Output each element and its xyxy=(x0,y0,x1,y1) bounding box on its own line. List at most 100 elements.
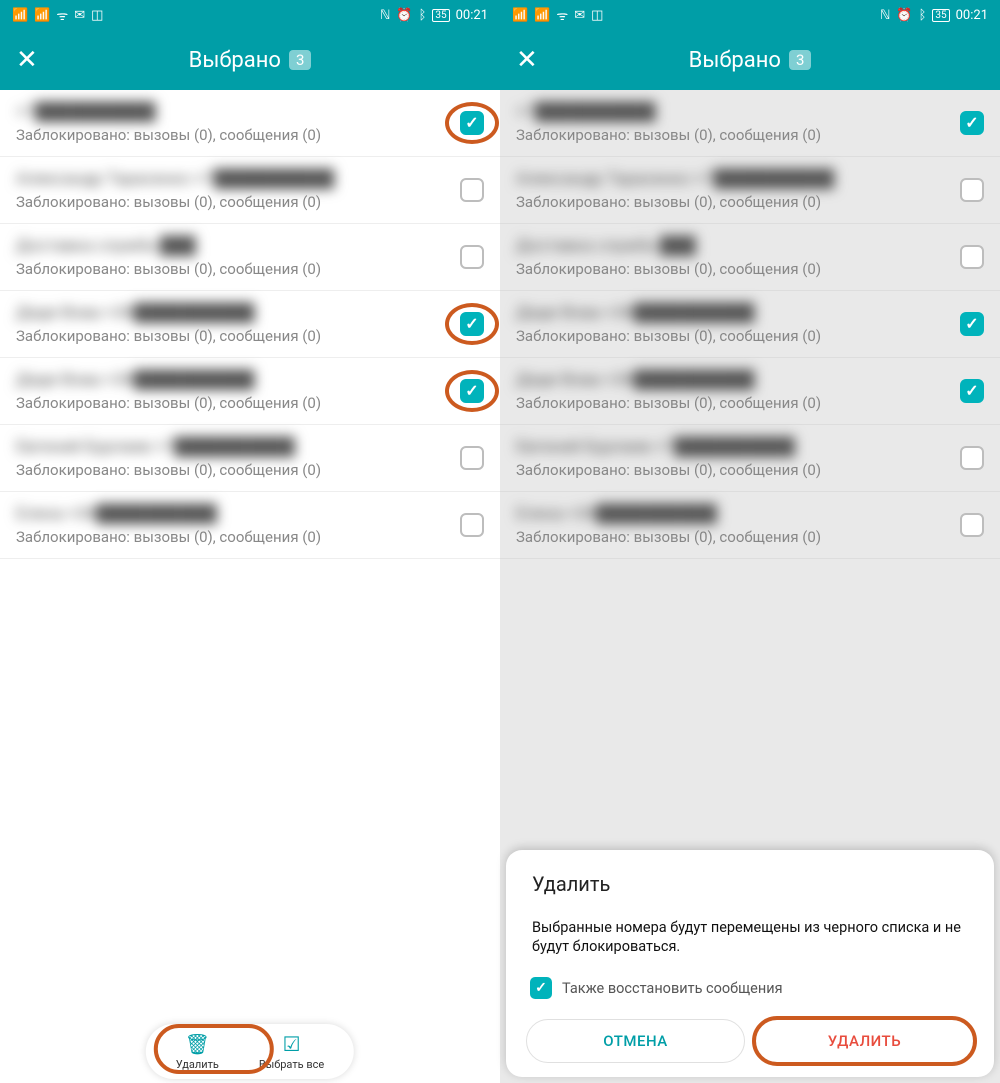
sim-icon: ◫ xyxy=(91,8,103,23)
status-time: 00:21 xyxy=(956,8,988,23)
trash-icon: 🗑 xyxy=(185,1032,210,1056)
status-bar: 📶 📶 ᯤ ✉ ◫ ℕ ⏰ ᛒ 35 00:21 xyxy=(0,0,500,30)
blocked-summary: Заблокировано: вызовы (0), сообщения (0) xyxy=(516,193,960,211)
select-checkbox[interactable]: ✓ xyxy=(960,312,984,336)
select-checkbox[interactable] xyxy=(460,245,484,269)
select-checkbox[interactable] xyxy=(960,178,984,202)
check-icon: ✓ xyxy=(465,316,478,332)
contact-name: Евгений Бурлаев +7██████████ xyxy=(16,437,460,457)
select-checkbox[interactable] xyxy=(460,178,484,202)
contact-name: Дядя Вова +38██████████ xyxy=(16,370,460,390)
status-time: 00:21 xyxy=(456,8,488,23)
app-header: ✕ Выбрано 3 xyxy=(500,30,1000,90)
select-checkbox[interactable] xyxy=(960,513,984,537)
restore-messages-checkbox[interactable]: ✓ xyxy=(530,977,552,999)
wifi-icon: ᯤ xyxy=(556,6,568,24)
select-checkbox[interactable] xyxy=(460,446,484,470)
list-item[interactable]: Евгений Бурлаев +7██████████Заблокирован… xyxy=(0,425,500,492)
check-icon: ✓ xyxy=(465,115,478,131)
select-checkbox[interactable] xyxy=(960,446,984,470)
status-bar: 📶 📶 ᯤ ✉ ◫ ℕ ⏰ ᛒ 35 00:21 xyxy=(500,0,1000,30)
battery-icon: 35 xyxy=(432,9,449,22)
dialog-title: Удалить xyxy=(526,872,974,896)
select-checkbox[interactable] xyxy=(960,245,984,269)
select-checkbox[interactable] xyxy=(460,513,484,537)
confirm-delete-button[interactable]: УДАЛИТЬ xyxy=(755,1019,974,1063)
blocked-summary: Заблокировано: вызовы (0), сообщения (0) xyxy=(516,394,960,412)
select-checkbox[interactable]: ✓ xyxy=(960,111,984,135)
contact-name: Доставка служба ███ xyxy=(516,236,960,256)
list-item[interactable]: Елена +38██████████ Заблокировано: вызовы… xyxy=(0,492,500,559)
nfc-icon: ℕ xyxy=(380,8,390,23)
mail-icon: ✉ xyxy=(74,8,85,23)
list-item[interactable]: +7██████████ Заблокировано: вызовы (0), с… xyxy=(500,90,1000,157)
battery-icon: 35 xyxy=(932,9,949,22)
blocked-summary: Заблокировано: вызовы (0), сообщения (0) xyxy=(16,528,460,546)
check-icon: ✓ xyxy=(965,316,978,332)
list-item[interactable]: Доставка служба ███ Заблокировано: вызовы… xyxy=(0,224,500,291)
selection-count-badge: 3 xyxy=(789,50,811,70)
blocked-summary: Заблокировано: вызовы (0), сообщения (0) xyxy=(16,394,460,412)
list-item[interactable]: Дядя Вова +38██████████ Заблокировано: вы… xyxy=(0,291,500,358)
list-item[interactable]: +7██████████Заблокировано: вызовы (0), с… xyxy=(0,90,500,157)
contact-name: Елена +38██████████ xyxy=(16,504,460,524)
alarm-icon: ⏰ xyxy=(396,8,412,23)
blocked-summary: Заблокировано: вызовы (0), сообщения (0) xyxy=(16,327,460,345)
delete-button[interactable]: 🗑 Удалить xyxy=(166,1030,229,1073)
signal-icon: 📶 xyxy=(34,8,50,23)
select-checkbox[interactable]: ✓ xyxy=(460,379,484,403)
list-item[interactable]: Александр Тарасенко +7██████████ Заблокир… xyxy=(500,157,1000,224)
list-item[interactable]: Евгений Бурлаев +7██████████ Заблокирован… xyxy=(500,425,1000,492)
wifi-icon: ᯤ xyxy=(56,6,68,24)
confirm-dialog: Удалить Выбранные номера будут перемещен… xyxy=(506,850,994,1077)
contact-name: Александр Тарасенко +7██████████ xyxy=(16,169,460,189)
contact-name: Александр Тарасенко +7██████████ xyxy=(516,169,960,189)
screenshot-left: 📶 📶 ᯤ ✉ ◫ ℕ ⏰ ᛒ 35 00:21 ✕ Выбрано 3 +7█… xyxy=(0,0,500,1083)
contact-name: +7██████████ xyxy=(516,102,960,122)
selection-count-badge: 3 xyxy=(289,50,311,70)
contact-name: Доставка служба ███ xyxy=(16,236,460,256)
delete-label: Удалить xyxy=(176,1058,219,1071)
bottom-toolbar: 🗑 Удалить ☑ Выбрать все xyxy=(146,1024,354,1079)
sim-icon: ◫ xyxy=(591,8,603,23)
page-title: Выбрано xyxy=(689,48,781,73)
select-all-label: Выбрать все xyxy=(259,1058,324,1071)
check-icon: ✓ xyxy=(965,115,978,131)
contact-name: Дядя Вова +38██████████ xyxy=(16,303,460,323)
contact-name: Дядя Вова +38██████████ xyxy=(516,303,960,323)
select-checkbox[interactable]: ✓ xyxy=(460,312,484,336)
blocked-summary: Заблокировано: вызовы (0), сообщения (0) xyxy=(16,260,460,278)
contact-name: Евгений Бурлаев +7██████████ xyxy=(516,437,960,457)
signal-icon: 📶 xyxy=(512,8,528,23)
blocked-summary: Заблокировано: вызовы (0), сообщения (0) xyxy=(516,327,960,345)
blocked-summary: Заблокировано: вызовы (0), сообщения (0) xyxy=(516,260,960,278)
contact-name: Елена +38██████████ xyxy=(516,504,960,524)
list-item[interactable]: Александр Тарасенко +7██████████Заблокир… xyxy=(0,157,500,224)
select-all-icon: ☑ xyxy=(283,1032,301,1056)
check-icon: ✓ xyxy=(465,383,478,399)
blocked-summary: Заблокировано: вызовы (0), сообщения (0) xyxy=(516,528,960,546)
bluetooth-icon: ᛒ xyxy=(919,8,927,23)
restore-messages-label: Также восстановить сообщения xyxy=(562,980,783,997)
nfc-icon: ℕ xyxy=(880,8,890,23)
select-checkbox[interactable]: ✓ xyxy=(460,111,484,135)
signal-icon: 📶 xyxy=(534,8,550,23)
screenshot-right: 📶 📶 ᯤ ✉ ◫ ℕ ⏰ ᛒ 35 00:21 ✕ Выбрано 3 +7█… xyxy=(500,0,1000,1083)
page-title: Выбрано xyxy=(189,48,281,73)
list-item[interactable]: Елена +38██████████ Заблокировано: вызовы… xyxy=(500,492,1000,559)
list-item[interactable]: Дядя Вова +38██████████ Заблокировано: вы… xyxy=(0,358,500,425)
cancel-button[interactable]: ОТМЕНА xyxy=(526,1019,745,1063)
list-item[interactable]: Дядя Вова +38██████████Заблокировано: вы… xyxy=(500,358,1000,425)
list-item[interactable]: Доставка служба ███ Заблокировано: вызовы… xyxy=(500,224,1000,291)
mail-icon: ✉ xyxy=(574,8,585,23)
dialog-message: Выбранные номера будут перемещены из чер… xyxy=(526,918,974,957)
list-item[interactable]: Дядя Вова +38██████████ Заблокировано: вы… xyxy=(500,291,1000,358)
confirm-delete-label: УДАЛИТЬ xyxy=(828,1032,901,1050)
select-all-button[interactable]: ☑ Выбрать все xyxy=(249,1030,334,1073)
check-icon: ✓ xyxy=(965,383,978,399)
select-checkbox[interactable]: ✓ xyxy=(960,379,984,403)
blocked-summary: Заблокировано: вызовы (0), сообщения (0) xyxy=(516,126,960,144)
signal-icon: 📶 xyxy=(12,8,28,23)
blocked-summary: Заблокировано: вызовы (0), сообщения (0) xyxy=(516,461,960,479)
app-header: ✕ Выбрано 3 xyxy=(0,30,500,90)
